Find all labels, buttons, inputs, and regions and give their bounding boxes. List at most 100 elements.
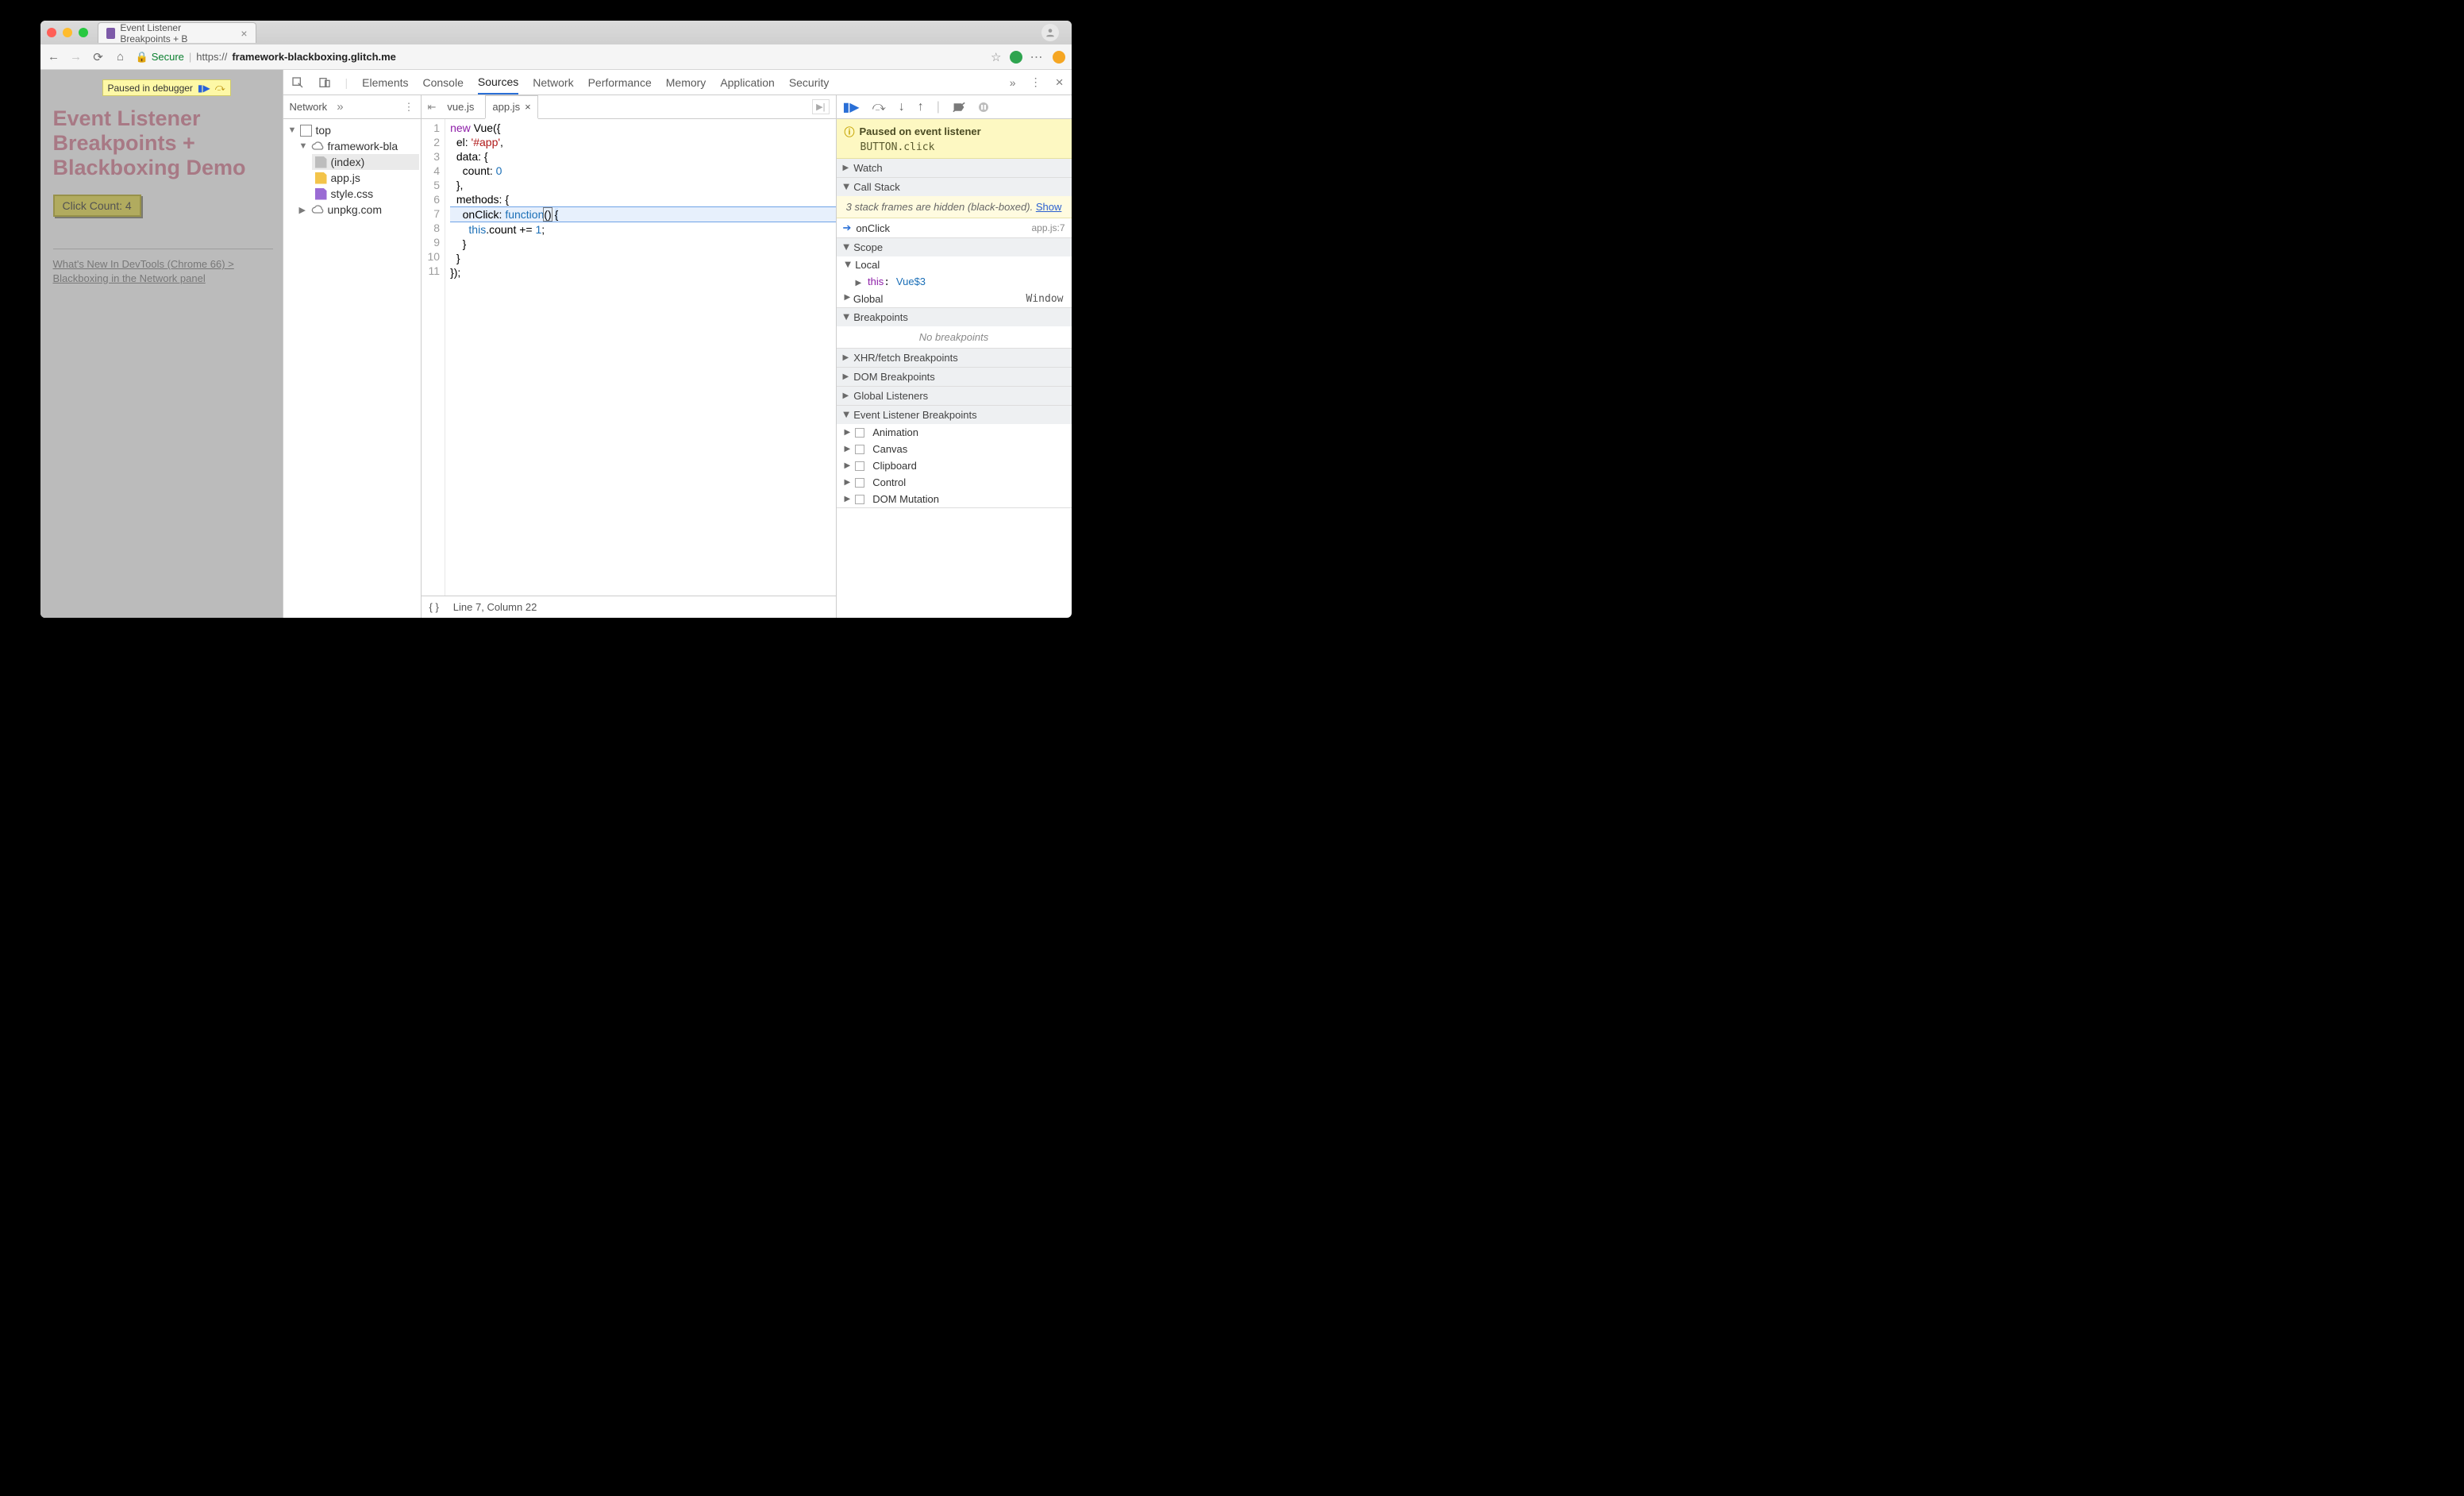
close-tab-icon[interactable]: × <box>525 101 531 113</box>
section-global-listeners[interactable]: ▶Global Listeners <box>837 387 1072 405</box>
checkbox-icon[interactable] <box>855 495 864 504</box>
tab-console[interactable]: Console <box>423 76 464 89</box>
extension-menu-icon[interactable]: ⋯ <box>1030 49 1045 65</box>
show-blackboxed-link[interactable]: Show <box>1036 201 1062 213</box>
kebab-menu-icon[interactable]: ⋮ <box>1030 75 1041 89</box>
step-over-icon[interactable]: ⤼ <box>215 82 225 94</box>
devtools-tab-bar: | Elements Console Sources Network Perfo… <box>283 70 1072 95</box>
maximize-window-icon[interactable] <box>79 28 88 37</box>
pause-on-exceptions-icon[interactable] <box>978 102 989 113</box>
js-file-icon <box>315 172 327 184</box>
editor-tab-appjs[interactable]: app.js× <box>485 95 537 119</box>
browser-tab[interactable]: Event Listener Breakpoints + B × <box>98 22 256 43</box>
show-debugger-icon[interactable]: ▶| <box>812 99 829 114</box>
scope-local[interactable]: ▶Local <box>837 256 1072 273</box>
window-controls[interactable] <box>47 28 88 37</box>
editor-status-bar: { } Line 7, Column 22 <box>422 596 836 618</box>
secure-label: Secure <box>152 51 184 63</box>
section-breakpoints[interactable]: ▶Breakpoints <box>837 308 1072 326</box>
section-scope[interactable]: ▶Scope <box>837 238 1072 256</box>
more-tabs-icon[interactable]: » <box>1010 76 1016 89</box>
elb-category[interactable]: ▶Clipboard <box>837 457 1072 474</box>
tree-top[interactable]: ▼top <box>285 122 419 138</box>
code-body[interactable]: new Vue({ el: '#app', data: { count: 0 }… <box>445 119 835 596</box>
section-xhr-breakpoints[interactable]: ▶XHR/fetch Breakpoints <box>837 349 1072 367</box>
omnibox-row: ← → ⟳ ⌂ 🔒 Secure | https://framework-bla… <box>40 44 1072 70</box>
line-gutter: 1234567891011 <box>422 119 446 596</box>
stack-frame-current[interactable]: ➔ onClick app.js:7 <box>837 218 1072 237</box>
home-icon[interactable]: ⌂ <box>114 50 128 64</box>
close-window-icon[interactable] <box>47 28 56 37</box>
tab-network[interactable]: Network <box>533 76 573 89</box>
elb-category[interactable]: ▶Animation <box>837 424 1072 441</box>
tree-host[interactable]: ▼framework-bla <box>296 138 419 154</box>
document-icon <box>315 156 327 168</box>
step-over-icon[interactable]: ⤼ <box>872 100 886 114</box>
close-tab-icon[interactable]: × <box>241 27 247 40</box>
bookmark-star-icon[interactable]: ☆ <box>991 50 1001 64</box>
reload-icon[interactable]: ⟳ <box>91 50 106 64</box>
back-icon[interactable]: ← <box>47 50 61 64</box>
omnibox-actions: ☆ ⋯ <box>991 49 1065 65</box>
code-editor[interactable]: 1234567891011 new Vue({ el: '#app', data… <box>422 119 836 596</box>
resume-icon[interactable]: ▮▶ <box>198 83 210 94</box>
stack-frame-location[interactable]: app.js:7 <box>1031 222 1065 233</box>
frame-icon <box>300 125 312 137</box>
tree-file-appjs[interactable]: app.js <box>312 170 419 186</box>
forward-icon: → <box>69 50 83 64</box>
scope-this[interactable]: ▶ this: Vue$3 <box>837 273 1072 291</box>
section-watch[interactable]: ▶Watch <box>837 159 1072 177</box>
info-icon: ⓘ <box>845 124 855 139</box>
debugger-pane: ▮▶ ⤼ ↓ ↑ | ⓘPaused on event listener BUT… <box>837 95 1072 618</box>
extension-warning-icon[interactable] <box>1053 51 1065 64</box>
pause-badge-label: Paused in debugger <box>108 83 193 94</box>
deactivate-breakpoints-icon[interactable] <box>953 102 965 113</box>
tab-application[interactable]: Application <box>720 76 775 89</box>
address-bar[interactable]: 🔒 Secure | https://framework-blackboxing… <box>136 51 984 64</box>
navigator-more-icon[interactable]: » <box>337 100 343 114</box>
checkbox-icon[interactable] <box>855 478 864 488</box>
step-out-icon[interactable]: ↑ <box>918 100 924 114</box>
tab-sources[interactable]: Sources <box>478 75 518 94</box>
tab-title: Event Listener Breakpoints + B <box>120 22 231 44</box>
tab-security[interactable]: Security <box>789 76 830 89</box>
checkbox-icon[interactable] <box>855 428 864 438</box>
pretty-print-icon[interactable]: { } <box>429 601 439 613</box>
tab-performance[interactable]: Performance <box>588 76 652 89</box>
elb-category[interactable]: ▶Canvas <box>837 441 1072 457</box>
section-call-stack[interactable]: ▶Call Stack <box>837 178 1072 196</box>
device-toolbar-icon[interactable] <box>318 76 331 89</box>
extension-icon[interactable] <box>1010 51 1022 64</box>
navigator-tab-network[interactable]: Network <box>290 101 328 113</box>
browser-window: Event Listener Breakpoints + B × ← → ⟳ ⌂… <box>40 21 1072 618</box>
resume-script-icon[interactable]: ▮▶ <box>843 99 860 115</box>
editor-tab-vuejs[interactable]: vue.js <box>441 95 480 119</box>
profile-avatar-icon[interactable] <box>1041 24 1059 41</box>
elb-category[interactable]: ▶DOM Mutation <box>837 491 1072 507</box>
tree-external[interactable]: ▶unpkg.com <box>296 202 419 218</box>
section-dom-breakpoints[interactable]: ▶DOM Breakpoints <box>837 368 1072 386</box>
checkbox-icon[interactable] <box>855 445 864 454</box>
blackbox-notice: 3 stack frames are hidden (black-boxed).… <box>837 196 1072 218</box>
tab-elements[interactable]: Elements <box>362 76 408 89</box>
tree-file-stylecss[interactable]: style.css <box>312 186 419 202</box>
show-navigator-icon[interactable]: ⇤ <box>428 101 437 114</box>
cursor-position: Line 7, Column 22 <box>453 601 537 613</box>
debugger-toolbar: ▮▶ ⤼ ↓ ↑ | <box>837 95 1072 119</box>
debugger-dim-overlay <box>40 70 283 618</box>
inspect-element-icon[interactable] <box>291 76 304 89</box>
section-event-listener-breakpoints[interactable]: ▶Event Listener Breakpoints <box>837 406 1072 424</box>
checkbox-icon[interactable] <box>855 461 864 471</box>
file-tree: ▼top ▼framework-bla (index) app.js style… <box>283 119 421 221</box>
tab-memory[interactable]: Memory <box>666 76 706 89</box>
navigator-kebab-icon[interactable]: ⋮ <box>404 101 414 114</box>
secure-lock-icon[interactable]: 🔒 Secure <box>136 51 184 64</box>
paused-detail: BUTTON.click <box>860 141 1064 153</box>
elb-category[interactable]: ▶Control <box>837 474 1072 491</box>
step-into-icon[interactable]: ↓ <box>899 100 905 114</box>
scope-global[interactable]: ▶ GlobalWindow <box>837 291 1072 307</box>
tree-file-index[interactable]: (index) <box>312 154 419 170</box>
chrome-tab-strip: Event Listener Breakpoints + B × <box>40 21 1072 44</box>
minimize-window-icon[interactable] <box>63 28 72 37</box>
close-devtools-icon[interactable]: × <box>1056 75 1064 91</box>
